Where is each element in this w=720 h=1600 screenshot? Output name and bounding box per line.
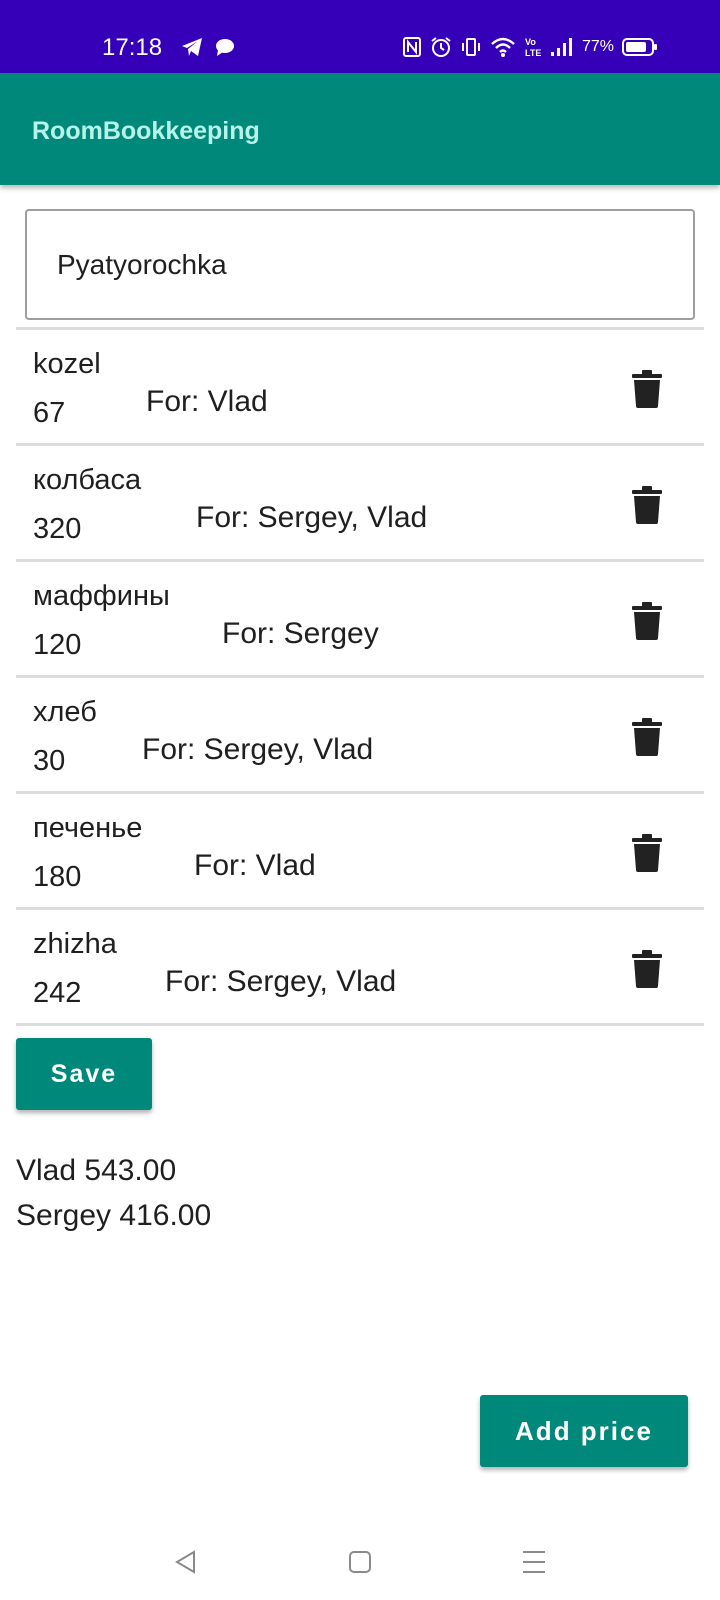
- status-system-icons: Vo LTE 77%: [402, 36, 658, 58]
- nfc-icon: [402, 36, 422, 58]
- list-item: маффины 120 For: Sergey: [16, 562, 704, 675]
- svg-text:LTE: LTE: [525, 48, 541, 58]
- item-price: 67: [33, 397, 66, 429]
- trash-icon[interactable]: [624, 830, 670, 876]
- item-for: For: Sergey, Vlad: [196, 501, 428, 534]
- list-item: zhizha 242 For: Sergey, Vlad: [16, 910, 704, 1023]
- app-title: RoomBookkeeping: [32, 117, 260, 145]
- status-bar: 17:18 Vo LTE 77%: [0, 0, 720, 73]
- alarm-icon: [430, 36, 452, 58]
- battery-icon: [622, 36, 658, 58]
- item-price: 180: [33, 861, 82, 893]
- list-item: kozel 67 For: Vlad: [16, 330, 704, 443]
- add-price-button[interactable]: Add price: [480, 1395, 688, 1467]
- wifi-icon: [490, 36, 516, 58]
- item-for: For: Vlad: [194, 849, 316, 882]
- battery-percentage: 77%: [582, 38, 615, 55]
- item-name: маффины: [33, 580, 170, 612]
- chat-bubble-icon: [214, 36, 236, 58]
- save-button[interactable]: Save: [16, 1038, 152, 1110]
- trash-icon[interactable]: [624, 714, 670, 760]
- item-price: 242: [33, 977, 82, 1009]
- telegram-icon: [180, 36, 204, 58]
- trash-icon[interactable]: [624, 598, 670, 644]
- status-time: 17:18: [102, 34, 163, 61]
- totals-summary: Vlad 543.00 Sergey 416.00: [16, 1148, 211, 1238]
- item-for: For: Sergey, Vlad: [142, 733, 374, 766]
- trash-icon[interactable]: [624, 482, 670, 528]
- vibrate-icon: [460, 36, 482, 58]
- status-notification-icons: [180, 36, 236, 58]
- items-list: kozel 67 For: Vlad колбаса 320 For: Serg…: [16, 327, 704, 1026]
- divider: [16, 1023, 704, 1026]
- total-line: Sergey 416.00: [16, 1199, 212, 1232]
- item-name: хлеб: [33, 696, 97, 728]
- item-price: 30: [33, 745, 66, 777]
- item-name: kozel: [33, 348, 101, 380]
- store-name-input[interactable]: [25, 209, 695, 320]
- total-line: Vlad 543.00: [16, 1154, 177, 1187]
- trash-icon[interactable]: [624, 946, 670, 992]
- signal-icon: [550, 36, 572, 58]
- item-for: For: Vlad: [146, 385, 268, 418]
- trash-icon[interactable]: [624, 366, 670, 412]
- volte-icon: Vo LTE: [524, 36, 542, 58]
- item-for: For: Sergey, Vlad: [165, 965, 397, 998]
- back-icon[interactable]: [166, 1542, 206, 1582]
- menu-icon[interactable]: [514, 1542, 554, 1582]
- navigation-bar: [0, 1520, 720, 1600]
- app-bar: RoomBookkeeping: [0, 73, 720, 185]
- item-price: 120: [33, 629, 82, 661]
- home-icon[interactable]: [340, 1542, 380, 1582]
- item-name: zhizha: [33, 928, 117, 960]
- item-name: печенье: [33, 812, 143, 844]
- svg-text:Vo: Vo: [525, 37, 536, 47]
- list-item: печенье 180 For: Vlad: [16, 794, 704, 907]
- item-price: 320: [33, 513, 82, 545]
- list-item: колбаса 320 For: Sergey, Vlad: [16, 446, 704, 559]
- item-for: For: Sergey: [222, 617, 379, 650]
- list-item: хлеб 30 For: Sergey, Vlad: [16, 678, 704, 791]
- item-name: колбаса: [33, 464, 142, 496]
